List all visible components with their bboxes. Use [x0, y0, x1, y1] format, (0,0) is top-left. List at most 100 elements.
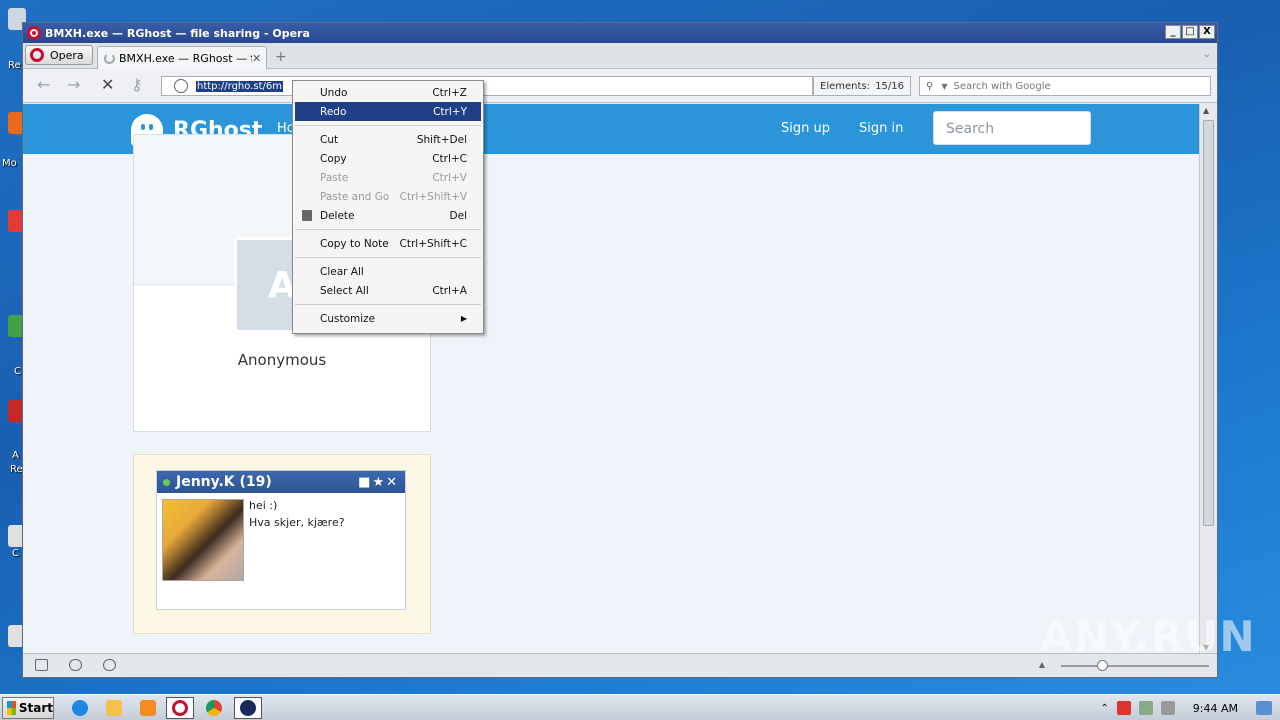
- maximize-button[interactable]: □: [1182, 25, 1198, 39]
- chat-actions-icons[interactable]: ■★✕: [358, 475, 399, 490]
- opera-logo-icon: [27, 26, 41, 40]
- advertisement-box[interactable]: Jenny.K (19) ■★✕ hei :) Hva skjer, kjære…: [133, 454, 431, 634]
- zoom-arrow-icon[interactable]: ▲: [1039, 660, 1045, 669]
- opera-menu-label: Opera: [50, 48, 84, 62]
- menu-item-label: Paste and Go: [320, 190, 390, 203]
- system-tray: ⌃ 9:44 AM: [1100, 695, 1280, 720]
- chat-header[interactable]: Jenny.K (19) ■★✕: [157, 471, 405, 493]
- taskbar-opera-button[interactable]: [166, 697, 194, 719]
- address-url-selected[interactable]: http://rgho.st/6m: [196, 80, 283, 92]
- forward-button[interactable]: →: [67, 77, 80, 93]
- menu-item-shortcut: Ctrl+A: [432, 284, 467, 297]
- minimize-button[interactable]: _: [1165, 25, 1181, 39]
- desktop-label: Mo: [2, 158, 17, 169]
- menu-item-label: Redo: [320, 105, 347, 118]
- taskbar-chrome-button[interactable]: [200, 697, 228, 719]
- key-icon[interactable]: ⚷: [131, 77, 143, 93]
- scrollbar-thumb[interactable]: [1203, 120, 1214, 526]
- menu-item-shortcut: Ctrl+Shift+C: [399, 237, 467, 250]
- menu-item-label: Copy to Note: [320, 237, 389, 250]
- menu-item-label: Delete: [320, 209, 355, 222]
- windows-logo-icon: [7, 701, 16, 715]
- start-label: Start: [18, 701, 53, 715]
- network-icon[interactable]: [1138, 701, 1153, 715]
- taskbar-explorer-button[interactable]: [100, 697, 128, 719]
- tab-bar: Opera BMXH.exe — RGhost — f… ✕ + ⌄: [23, 43, 1217, 69]
- menu-item-label: Select All: [320, 284, 369, 297]
- zoom-slider[interactable]: [1061, 660, 1209, 671]
- menu-item-select-all[interactable]: Select All Ctrl+A: [293, 281, 483, 300]
- globe-icon: [174, 79, 188, 93]
- start-button[interactable]: Start: [2, 697, 54, 719]
- app-icon: [240, 700, 256, 716]
- menu-item-shortcut: Ctrl+Shift+V: [399, 190, 467, 203]
- menu-item-undo[interactable]: Undo Ctrl+Z: [293, 83, 483, 102]
- zoom-slider-knob[interactable]: [1097, 660, 1108, 671]
- chat-message: hei :): [249, 499, 278, 512]
- taskbar-media-button[interactable]: [134, 697, 162, 719]
- desktop-label: C: [12, 548, 19, 559]
- back-button[interactable]: ←: [37, 77, 50, 93]
- submenu-arrow-icon: ▶: [460, 314, 467, 323]
- elements-value: 15/16: [875, 80, 904, 92]
- search-engine-field[interactable]: ⚲ ▼ Search with Google: [919, 76, 1211, 96]
- menu-item-cut[interactable]: Cut Shift+Del: [293, 130, 483, 149]
- online-status-icon: [163, 478, 170, 486]
- site-search-input[interactable]: Search: [933, 111, 1091, 145]
- show-desktop-icon[interactable]: [1256, 701, 1272, 715]
- cloud-icon[interactable]: [69, 659, 82, 671]
- menu-item-customize[interactable]: Customize ▶: [293, 309, 483, 328]
- scroll-up-arrow-icon[interactable]: ▲: [1203, 106, 1209, 115]
- vertical-scrollbar[interactable]: ▲ ▼: [1199, 104, 1217, 654]
- internet-explorer-icon: [72, 700, 88, 716]
- new-tab-button[interactable]: +: [275, 49, 287, 65]
- window-controls: _ □ X: [1165, 25, 1215, 39]
- search-engine-chevron-icon[interactable]: ▼: [941, 82, 947, 91]
- taskbar-ie-button[interactable]: [66, 697, 94, 719]
- taskbar: Start ⌃ 9:44 AM: [0, 694, 1280, 720]
- menu-item-label: Cut: [320, 133, 339, 146]
- action-center-icon[interactable]: [1116, 701, 1131, 715]
- desktop-label: C: [14, 366, 21, 377]
- address-field[interactable]: http://rgho.st/6m: [161, 76, 813, 96]
- media-player-icon: [140, 700, 156, 716]
- panel-toggle-icon[interactable]: [35, 659, 48, 671]
- chat-widget-ad[interactable]: Jenny.K (19) ■★✕ hei :) Hva skjer, kjære…: [156, 470, 406, 610]
- menu-item-shortcut: Ctrl+V: [432, 171, 467, 184]
- stop-button[interactable]: ✕: [101, 77, 114, 93]
- volume-icon[interactable]: [1160, 701, 1175, 715]
- chat-message: Hva skjer, kjære?: [249, 516, 345, 529]
- menu-item-label: Paste: [320, 171, 349, 184]
- chat-profile-photo[interactable]: [162, 499, 244, 581]
- tab-active[interactable]: BMXH.exe — RGhost — f… ✕: [97, 46, 267, 69]
- menu-item-shortcut: Shift+Del: [416, 133, 467, 146]
- tab-close-icon[interactable]: ✕: [252, 52, 266, 65]
- elements-label: Elements:: [820, 80, 870, 92]
- folder-icon: [106, 700, 122, 716]
- menu-item-copy-to-note[interactable]: Copy to Note Ctrl+Shift+C: [293, 234, 483, 253]
- speed-dial-icon[interactable]: [103, 659, 116, 671]
- search-engine-placeholder: Search with Google: [953, 80, 1051, 92]
- menu-item-copy[interactable]: Copy Ctrl+C: [293, 149, 483, 168]
- menu-item-label: Customize: [320, 312, 376, 325]
- window-titlebar[interactable]: BMXH.exe — RGhost — file sharing - Opera…: [23, 23, 1217, 43]
- opera-menu-button[interactable]: Opera: [25, 45, 93, 65]
- clock[interactable]: 9:44 AM: [1193, 702, 1238, 715]
- menu-separator: [295, 257, 481, 258]
- menu-item-shortcut: Ctrl+Y: [433, 105, 467, 118]
- window-title: BMXH.exe — RGhost — file sharing - Opera: [45, 26, 310, 40]
- chat-title: Jenny.K (19): [176, 474, 272, 490]
- menu-item-clear-all[interactable]: Clear All: [293, 262, 483, 281]
- menu-item-redo[interactable]: Redo Ctrl+Y: [295, 102, 481, 121]
- status-bar: ▲: [23, 653, 1217, 677]
- tab-menu-chevron-icon[interactable]: ⌄: [1203, 49, 1211, 60]
- trash-icon: [302, 210, 312, 221]
- menu-item-delete[interactable]: Delete Del: [293, 206, 483, 225]
- desktop-label: A: [12, 450, 19, 461]
- taskbar-app-button[interactable]: [234, 697, 262, 719]
- close-button[interactable]: X: [1199, 25, 1215, 39]
- menu-item-shortcut: Ctrl+C: [432, 152, 467, 165]
- signup-link[interactable]: Sign up: [781, 121, 830, 136]
- signin-link[interactable]: Sign in: [859, 121, 903, 136]
- tray-expand-icon[interactable]: ⌃: [1100, 703, 1108, 714]
